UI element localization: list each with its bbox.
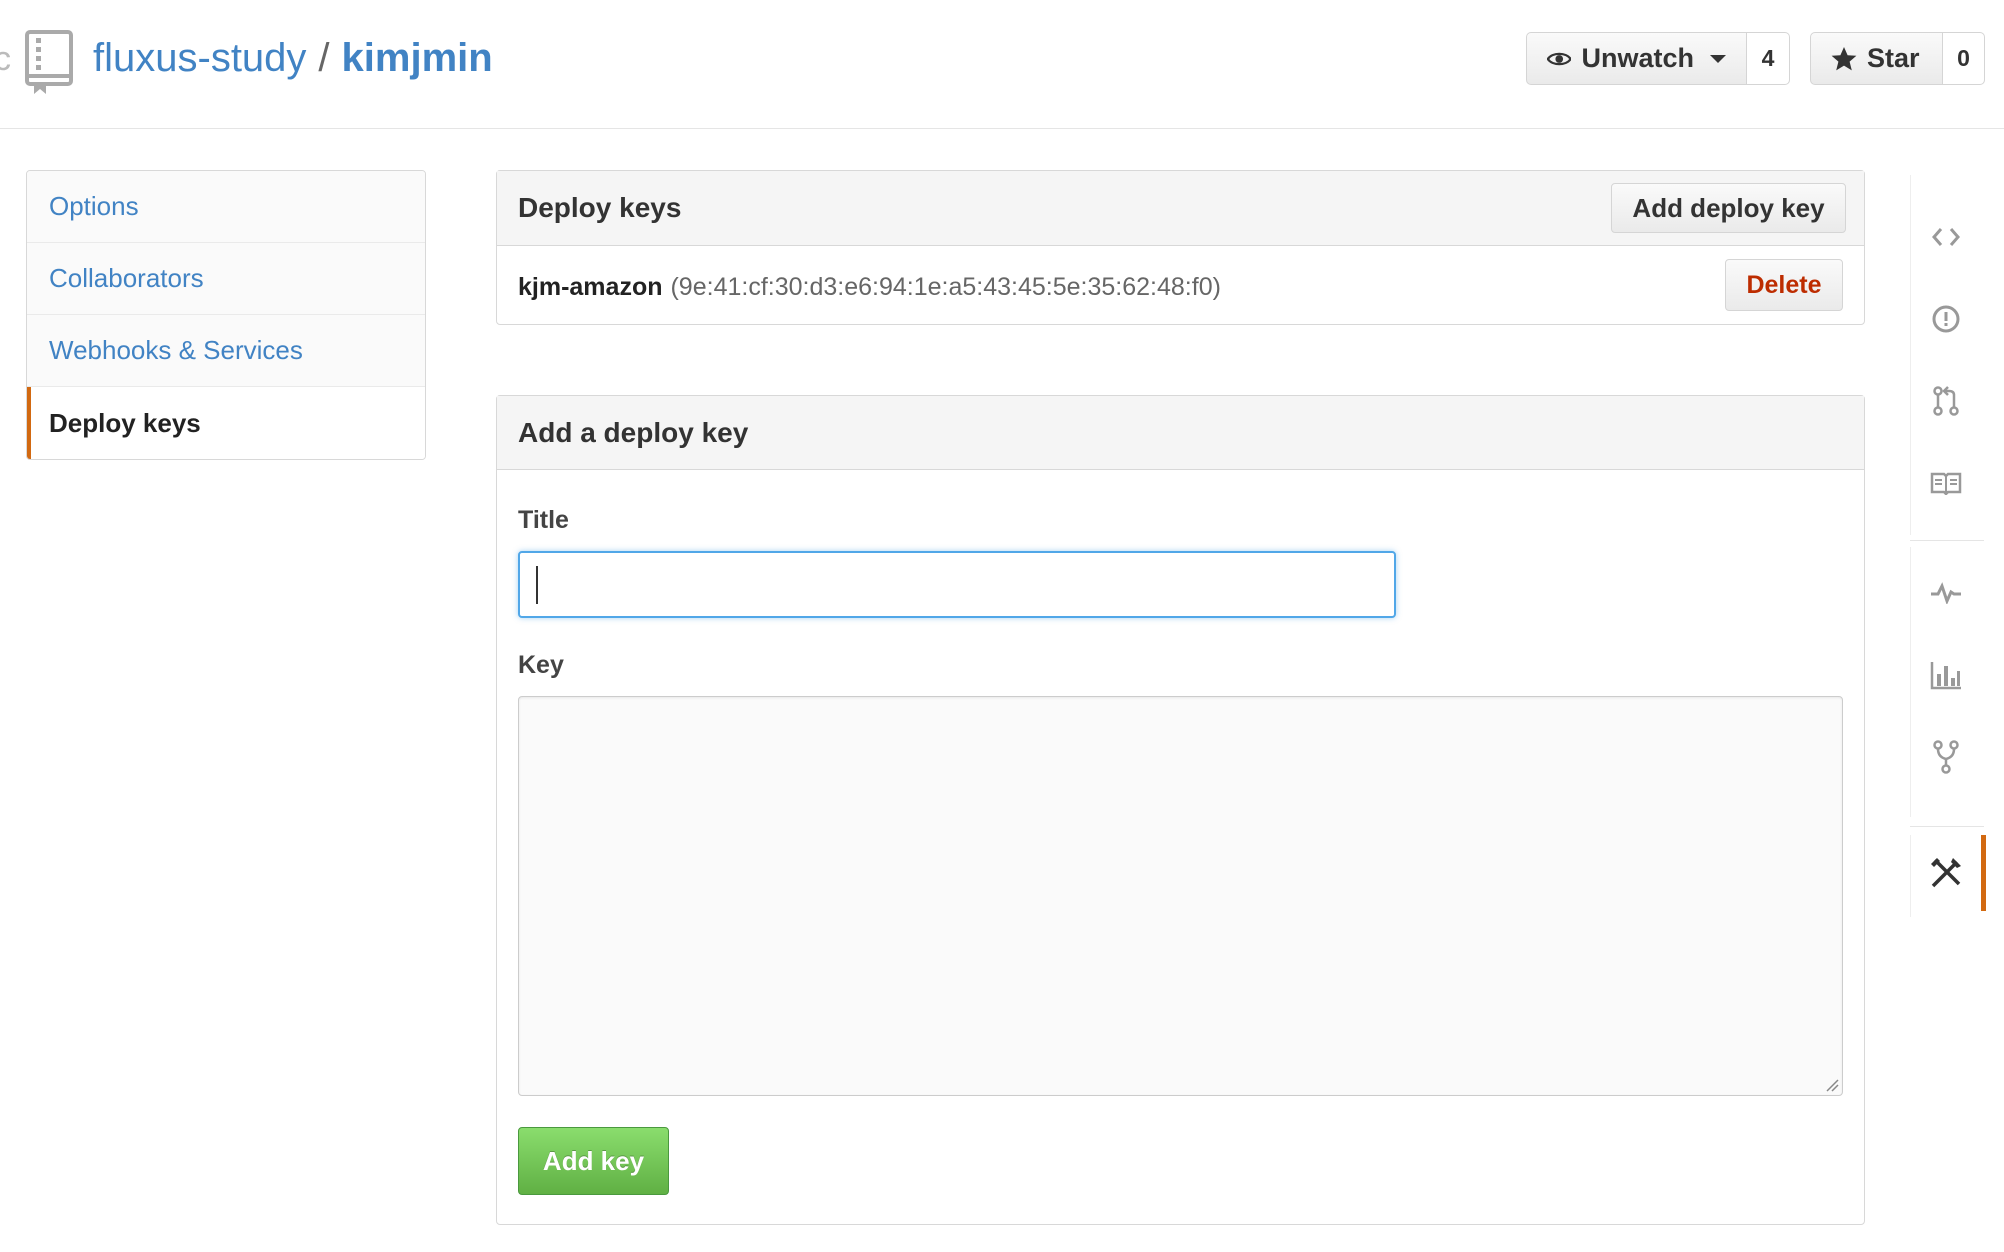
settings-menu: Options Collaborators Webhooks & Service… — [26, 170, 426, 460]
text-cursor — [536, 566, 538, 604]
code-icon — [1932, 228, 1960, 246]
graph-icon — [1930, 662, 1961, 690]
active-nav-indicator — [1981, 835, 1986, 911]
repo-nav — [1910, 175, 1986, 935]
add-deploy-key-header: Add a deploy key — [497, 396, 1864, 470]
deploy-keys-title: Deploy keys — [518, 192, 682, 223]
pulse-icon — [1931, 582, 1961, 604]
star-label: Star — [1867, 43, 1920, 73]
star-button-group: Star 0 — [1810, 32, 1985, 85]
issue-icon — [1932, 305, 1960, 333]
repo-nav-divider — [1910, 540, 1984, 541]
repo-title: fluxus-study / kimjmin — [93, 33, 493, 83]
deploy-key-row: kjm-amazon (9e:41:cf:30:d3:e6:94:1e:a5:4… — [518, 267, 1221, 307]
deploy-key-fingerprint: (9e:41:cf:30:d3:e6:94:1e:a5:43:45:5e:35:… — [670, 272, 1221, 301]
delete-key-button[interactable]: Delete — [1725, 259, 1843, 311]
repo-icon — [25, 30, 73, 94]
deploy-keys-panel: Deploy keys Add deploy key kjm-amazon (9… — [496, 170, 1865, 325]
watch-button-group: Unwatch 4 — [1526, 32, 1790, 85]
nav-settings[interactable] — [1924, 851, 1968, 895]
cropped-glyph: c — [0, 40, 11, 78]
repo-name-link[interactable]: kimjmin — [342, 36, 493, 80]
nav-code[interactable] — [1924, 215, 1968, 259]
repo-owner-link[interactable]: fluxus-study — [93, 36, 306, 80]
resize-handle-icon[interactable] — [1825, 1078, 1839, 1092]
key-label: Key — [518, 651, 564, 679]
unwatch-button[interactable]: Unwatch — [1526, 32, 1747, 85]
key-textarea[interactable] — [518, 696, 1843, 1096]
menu-item-options[interactable]: Options — [27, 171, 425, 243]
star-icon — [1831, 46, 1857, 70]
eye-icon — [1547, 52, 1572, 65]
menu-item-webhooks[interactable]: Webhooks & Services — [27, 315, 425, 387]
watchers-count[interactable]: 4 — [1747, 32, 1790, 85]
chevron-down-icon — [1710, 54, 1726, 63]
add-key-button[interactable]: Add key — [518, 1127, 669, 1195]
nav-wiki[interactable] — [1924, 461, 1968, 505]
path-separator: / — [318, 36, 330, 80]
nav-pulse[interactable] — [1924, 571, 1968, 615]
fork-icon — [1933, 740, 1959, 774]
settings-icon — [1931, 858, 1961, 888]
wiki-icon — [1930, 472, 1962, 495]
nav-graphs[interactable] — [1924, 653, 1968, 697]
repo-nav-divider — [1910, 826, 1984, 827]
menu-item-deploy-keys[interactable]: Deploy keys — [27, 387, 425, 459]
nav-pull-requests[interactable] — [1924, 379, 1968, 423]
stargazers-count[interactable]: 0 — [1943, 32, 1985, 85]
star-button[interactable]: Star — [1810, 32, 1943, 85]
menu-item-collaborators[interactable]: Collaborators — [27, 243, 425, 315]
deploy-key-name: kjm-amazon — [518, 272, 663, 301]
repo-header: c fluxus-study / kimjmin Unwatch 4 Star — [0, 0, 2004, 129]
deploy-keys-header: Deploy keys Add deploy key — [497, 171, 1864, 246]
title-label: Title — [518, 506, 569, 534]
nav-issues[interactable] — [1924, 297, 1968, 341]
nav-network[interactable] — [1924, 735, 1968, 779]
pull-request-icon — [1933, 386, 1959, 416]
title-input[interactable] — [518, 551, 1396, 618]
add-deploy-key-title: Add a deploy key — [518, 417, 749, 448]
unwatch-label: Unwatch — [1581, 43, 1694, 73]
add-deploy-key-panel: Add a deploy key Title Key Add key — [496, 395, 1865, 1225]
add-deploy-key-button[interactable]: Add deploy key — [1611, 183, 1846, 233]
